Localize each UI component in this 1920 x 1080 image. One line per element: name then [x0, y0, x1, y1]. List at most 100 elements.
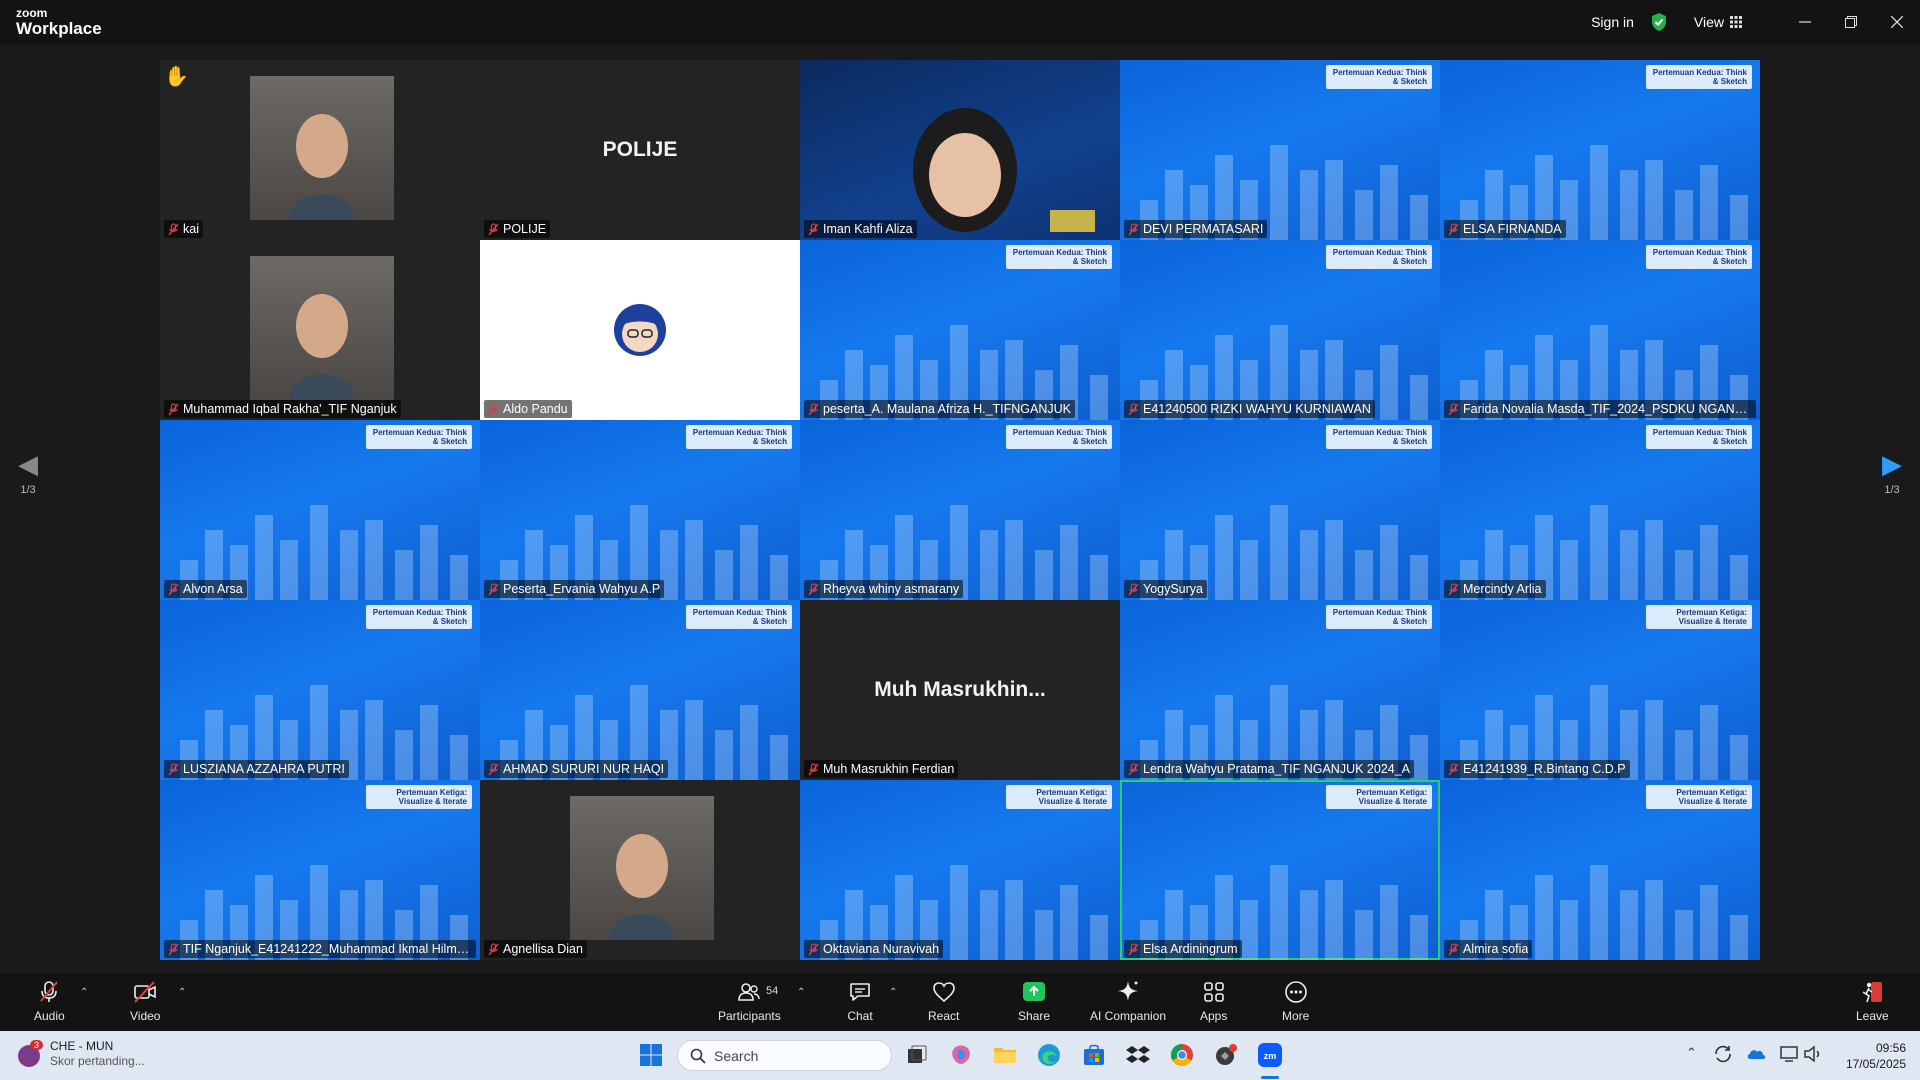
security-shield-icon[interactable]: [1650, 12, 1668, 32]
participants-options-caret-icon[interactable]: ⌃: [797, 987, 805, 998]
video-label: Video: [130, 1009, 161, 1023]
video-options-caret-icon[interactable]: ⌃: [178, 987, 186, 998]
participant-tile[interactable]: Pertemuan Kedua: Think & Sketch DEVI PERM…: [1120, 60, 1440, 240]
page-indicator-right: 1/3: [1884, 484, 1900, 496]
copilot-icon[interactable]: [948, 1042, 974, 1068]
chrome-icon[interactable]: [1169, 1042, 1195, 1068]
mic-muted-icon: [1128, 402, 1139, 415]
task-view-icon[interactable]: [904, 1042, 930, 1068]
network-icon[interactable]: [1779, 1043, 1801, 1065]
participant-tile[interactable]: Pertemuan Kedua: Think & Sketch Peserta_E…: [480, 420, 800, 600]
microsoft-store-icon[interactable]: [1081, 1042, 1107, 1068]
participant-tile[interactable]: Agnellisa Dian: [480, 780, 800, 960]
chat-button[interactable]: Chat: [847, 979, 873, 1029]
participant-tile[interactable]: Muh Masrukhin... Muh Masrukhin Ferdian: [800, 600, 1120, 780]
ai-companion-label: AI Companion: [1090, 1009, 1167, 1023]
participant-tile[interactable]: Pertemuan Kedua: Think & Sketch Alvon Ars…: [160, 420, 480, 600]
search-icon: [690, 1048, 706, 1064]
chat-icon: [850, 983, 870, 1001]
participant-name: Iman Kahfi Aliza: [823, 222, 913, 236]
app-notification-icon[interactable]: [1213, 1042, 1239, 1068]
arrow-right-icon: ▶: [1882, 449, 1902, 479]
participant-name: POLIJE: [503, 222, 547, 236]
participant-name-label: Mercindy Arlia: [1444, 580, 1546, 598]
participant-tile[interactable]: Aldo Pandu: [480, 240, 800, 420]
participant-tile[interactable]: Pertemuan Kedua: Think & Sketch AHMAD SUR…: [480, 600, 800, 780]
participant-video: [250, 76, 394, 220]
participant-name: Muhammad Iqbal Rakha'_TIF Nganjuk: [183, 402, 397, 416]
view-button[interactable]: View: [1694, 14, 1742, 30]
participant-tile[interactable]: Pertemuan Kedua: Think & Sketch E41240500…: [1120, 240, 1440, 420]
volume-icon[interactable]: [1802, 1043, 1824, 1065]
participant-tile[interactable]: Pertemuan Ketiga: Visualize & Iterate Els…: [1120, 780, 1440, 960]
participant-name: kai: [183, 222, 199, 236]
mic-muted-icon: [1128, 582, 1139, 595]
participant-tile[interactable]: Pertemuan Ketiga: Visualize & Iterate TIF…: [160, 780, 480, 960]
participant-name-label: DEVI PERMATASARI: [1124, 220, 1268, 238]
react-label: React: [928, 1009, 960, 1023]
participant-name: DEVI PERMATASARI: [1143, 222, 1264, 236]
share-button[interactable]: Share: [1018, 979, 1050, 1029]
audio-options-caret-icon[interactable]: ⌃: [80, 987, 88, 998]
more-button[interactable]: More: [1282, 979, 1309, 1029]
windows-start-icon[interactable]: [638, 1042, 664, 1068]
react-button[interactable]: React: [928, 979, 959, 1029]
minimize-icon: [1799, 21, 1811, 23]
prev-page-button[interactable]: ◀ 1/3: [8, 449, 48, 496]
audio-button[interactable]: Audio: [34, 979, 65, 1029]
restore-button[interactable]: [1828, 0, 1874, 44]
participant-tile[interactable]: Pertemuan Kedua: Think & Sketch peserta_A…: [800, 240, 1120, 420]
system-clock[interactable]: 09:56 17/05/2025: [1846, 1040, 1906, 1072]
title-bar: zoom Workplace Sign in View: [0, 0, 1920, 44]
next-page-button[interactable]: ▶ 1/3: [1872, 449, 1912, 496]
participant-tile[interactable]: ✋ kai: [160, 60, 480, 240]
participant-tile[interactable]: POLIJE POLIJE: [480, 60, 800, 240]
leave-button[interactable]: Leave: [1856, 979, 1889, 1029]
participant-name-label: E41240500 RIZKI WAHYU KURNIAWAN: [1124, 400, 1375, 418]
minimize-button[interactable]: [1782, 0, 1828, 44]
participant-tile[interactable]: Muhammad Iqbal Rakha'_TIF Nganjuk: [160, 240, 480, 420]
dropbox-icon[interactable]: [1125, 1042, 1151, 1068]
close-button[interactable]: [1874, 0, 1920, 44]
participant-tile[interactable]: Pertemuan Kedua: Think & Sketch Mercindy …: [1440, 420, 1760, 600]
ai-companion-button[interactable]: AI Companion: [1090, 979, 1166, 1029]
onedrive-cloud-icon[interactable]: [1745, 1043, 1767, 1065]
participant-tile[interactable]: Pertemuan Kedua: Think & Sketch Lendra Wa…: [1120, 600, 1440, 780]
taskbar-search[interactable]: Search: [677, 1040, 892, 1071]
participant-name: Aldo Pandu: [503, 402, 568, 416]
participant-display-name: Muh Masrukhin...: [874, 678, 1046, 701]
participant-tile[interactable]: Pertemuan Ketiga: Visualize & Iterate Okt…: [800, 780, 1120, 960]
logo-bottom: Workplace: [16, 19, 102, 38]
mic-muted-icon: [488, 942, 499, 955]
sync-icon[interactable]: [1712, 1043, 1734, 1065]
participant-tile[interactable]: Pertemuan Ketiga: Visualize & Iterate Alm…: [1440, 780, 1760, 960]
clock-date: 17/05/2025: [1845, 1057, 1906, 1071]
participant-tile[interactable]: Pertemuan Ketiga: Visualize & Iterate E41…: [1440, 600, 1760, 780]
sports-widget[interactable]: 3 CHE - MUN Skor pertanding...: [18, 1039, 145, 1069]
participant-name: Agnellisa Dian: [503, 942, 583, 956]
participant-tile[interactable]: Pertemuan Kedua: Think & Sketch Farida No…: [1440, 240, 1760, 420]
zoom-app-icon[interactable]: zm: [1257, 1042, 1283, 1068]
video-button[interactable]: Video: [130, 979, 160, 1029]
session-banner: Pertemuan Kedua: Think & Sketch: [1326, 65, 1432, 89]
participant-name: Rheyva whiny asmarany: [823, 582, 960, 596]
participant-name: LUSZIANA AZZAHRA PUTRI: [183, 762, 345, 776]
participant-tile[interactable]: Iman Kahfi Aliza: [800, 60, 1120, 240]
mic-muted-icon: [168, 582, 179, 595]
meeting-toolbar: Audio ⌃ Video ⌃ Participants 54 ⌃ Chat ⌃: [0, 973, 1920, 1031]
show-hidden-icons-chevron-icon[interactable]: ⌃: [1686, 1045, 1697, 1061]
participant-tile[interactable]: Pertemuan Kedua: Think & Sketch Rheyva wh…: [800, 420, 1120, 600]
sign-in-link[interactable]: Sign in: [1591, 14, 1634, 30]
logo-top: zoom: [16, 6, 48, 20]
widget-title: CHE - MUN: [50, 1039, 114, 1053]
participant-tile[interactable]: Pertemuan Kedua: Think & Sketch ELSA FIRN…: [1440, 60, 1760, 240]
participant-tile[interactable]: Pertemuan Kedua: Think & Sketch YogySurya: [1120, 420, 1440, 600]
edge-browser-icon[interactable]: [1036, 1042, 1062, 1068]
participant-name: Oktaviana Nuravivah: [823, 942, 940, 956]
apps-button[interactable]: Apps: [1200, 979, 1227, 1029]
chat-options-caret-icon[interactable]: ⌃: [889, 987, 897, 998]
file-explorer-icon[interactable]: [992, 1042, 1018, 1068]
participant-tile[interactable]: Pertemuan Kedua: Think & Sketch LUSZIANA …: [160, 600, 480, 780]
participant-name-label: Muhammad Iqbal Rakha'_TIF Nganjuk: [164, 400, 401, 418]
participant-name: E41241939_R.Bintang C.D.P: [1463, 762, 1626, 776]
